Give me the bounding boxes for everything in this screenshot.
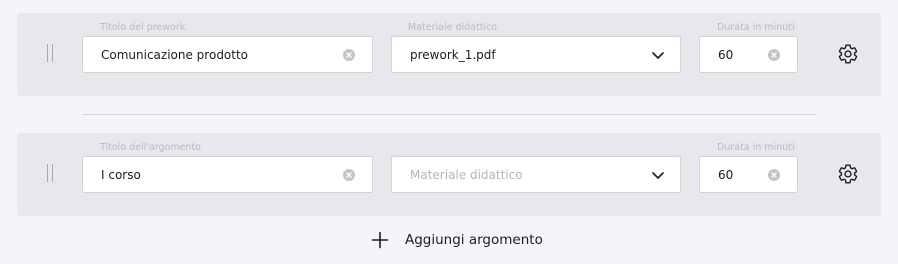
plus-icon [371,231,389,249]
title-input[interactable]: I corso [82,156,373,193]
drag-handle-icon[interactable] [47,164,53,182]
add-topic-button[interactable]: Aggiungi argomento [371,229,543,251]
clear-circle-icon[interactable] [343,169,355,181]
duration-input[interactable]: 60 [699,36,798,73]
clear-circle-icon[interactable] [768,169,780,181]
chevron-down-icon [652,172,664,179]
section-divider [82,114,816,115]
add-topic-label: Aggiungi argomento [405,232,543,248]
title-input[interactable]: Comunicazione prodotto [82,36,373,73]
drag-handle-icon[interactable] [47,44,53,62]
material-value: prework_1.pdf [410,47,496,62]
duration-label: Durata in minuti [717,22,795,33]
duration-value: 60 [718,47,734,62]
title-label: Titolo del prework [100,22,186,33]
duration-input[interactable]: 60 [699,156,798,193]
chevron-down-icon [652,52,664,59]
topic-row: Titolo dell'argomento I corso Materiale … [17,133,881,216]
duration-label: Durata in minuti [717,142,795,153]
material-select[interactable]: Materiale didattico [391,156,681,193]
title-label: Titolo dell'argomento [100,142,201,153]
gear-icon[interactable] [837,163,859,185]
clear-circle-icon[interactable] [343,49,355,61]
clear-circle-icon[interactable] [768,49,780,61]
material-select[interactable]: prework_1.pdf [391,36,681,73]
gear-icon[interactable] [837,43,859,65]
duration-value: 60 [718,167,734,182]
title-value: I corso [101,167,141,182]
prework-row: Titolo del prework Comunicazione prodott… [17,13,881,96]
title-value: Comunicazione prodotto [101,47,249,62]
material-placeholder: Materiale didattico [410,167,523,182]
material-label: Materiale didattico [408,22,498,33]
